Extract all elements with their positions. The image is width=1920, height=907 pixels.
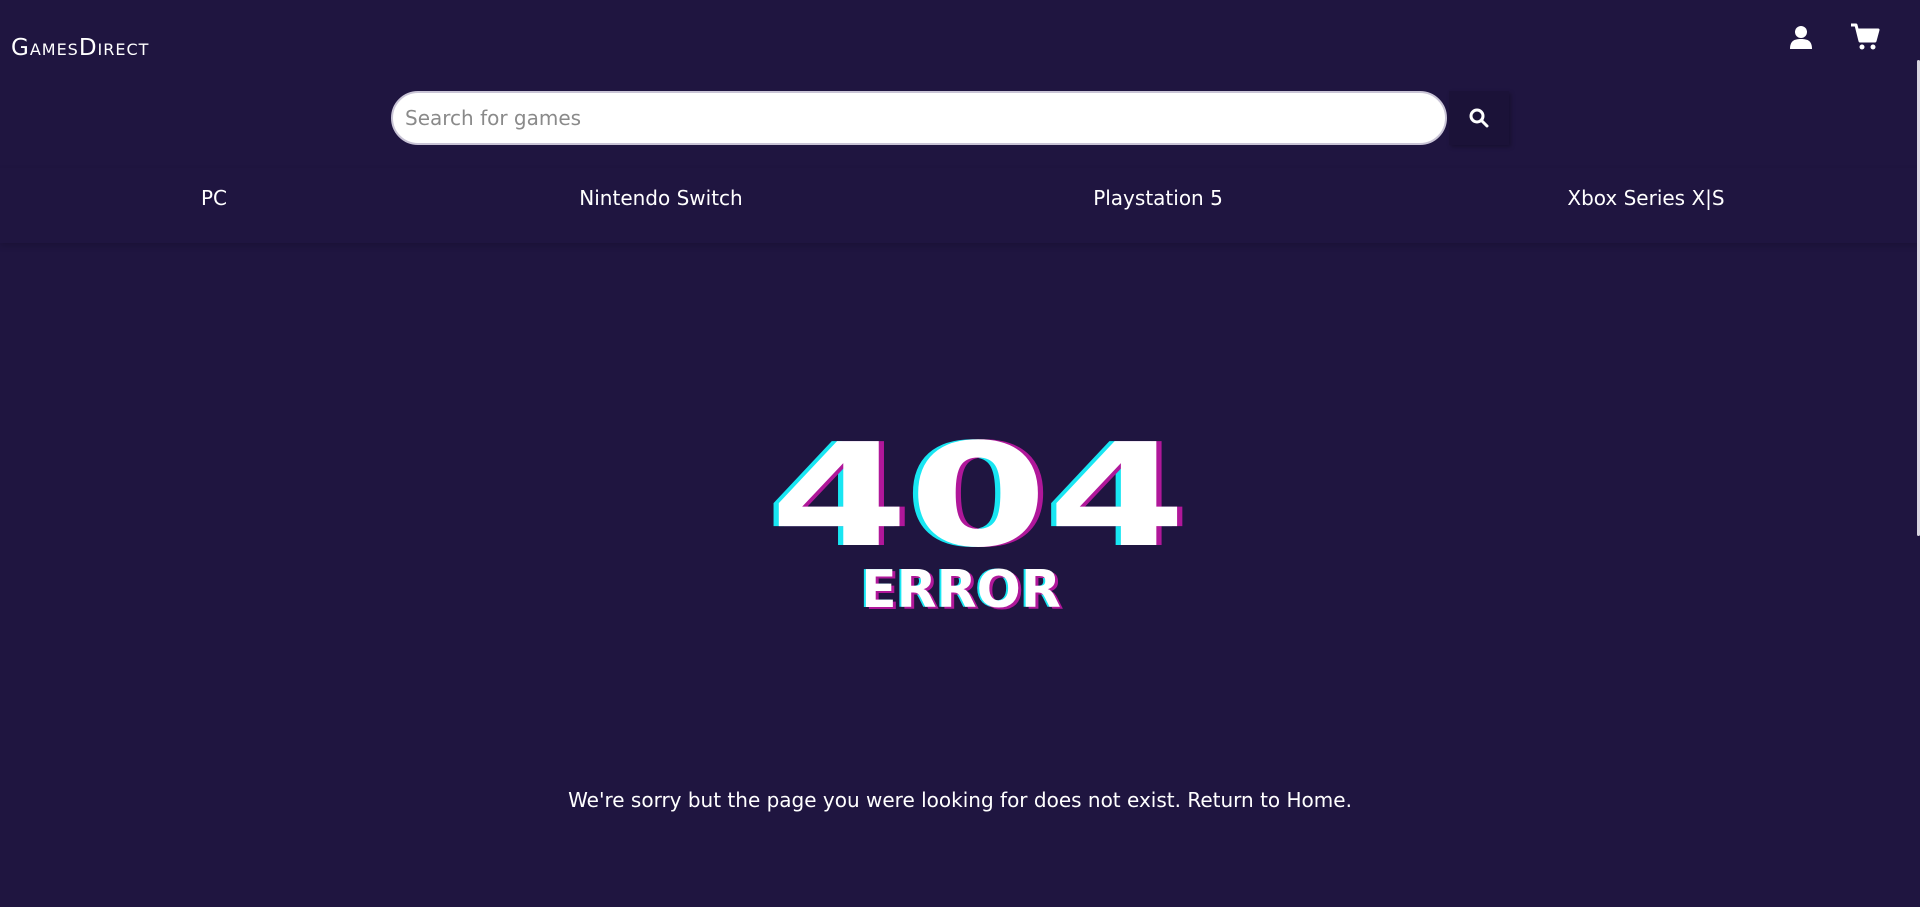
search-icon: [1469, 108, 1489, 128]
search-bar: [391, 91, 1511, 145]
user-icon[interactable]: [1786, 22, 1816, 52]
search-button[interactable]: [1449, 91, 1509, 145]
nav-item-xbox-series[interactable]: Xbox Series X|S: [1567, 186, 1724, 210]
error-code: 404: [770, 413, 1186, 579]
site-logo[interactable]: GamesDirect: [11, 35, 149, 61]
nav-item-playstation-5[interactable]: Playstation 5: [1093, 186, 1223, 210]
cart-icon[interactable]: [1850, 22, 1880, 52]
header-actions: [1786, 22, 1880, 52]
nav-item-pc[interactable]: PC: [201, 186, 227, 210]
error-404-graphic: 404 404 404 ERROR ERROR ERROR: [765, 413, 1192, 622]
search-input[interactable]: [391, 91, 1447, 145]
error-message: We're sorry but the page you were lookin…: [0, 788, 1920, 812]
nav-item-nintendo-switch[interactable]: Nintendo Switch: [579, 186, 742, 210]
page: GamesDirect PC Nintendo S: [0, 0, 1920, 907]
return-home-link[interactable]: Return to Home.: [1187, 788, 1352, 812]
platform-nav: PC Nintendo Switch Playstation 5 Xbox Se…: [0, 168, 1920, 243]
error-label: ERROR: [861, 560, 1061, 620]
error-message-text: We're sorry but the page you were lookin…: [568, 788, 1181, 812]
